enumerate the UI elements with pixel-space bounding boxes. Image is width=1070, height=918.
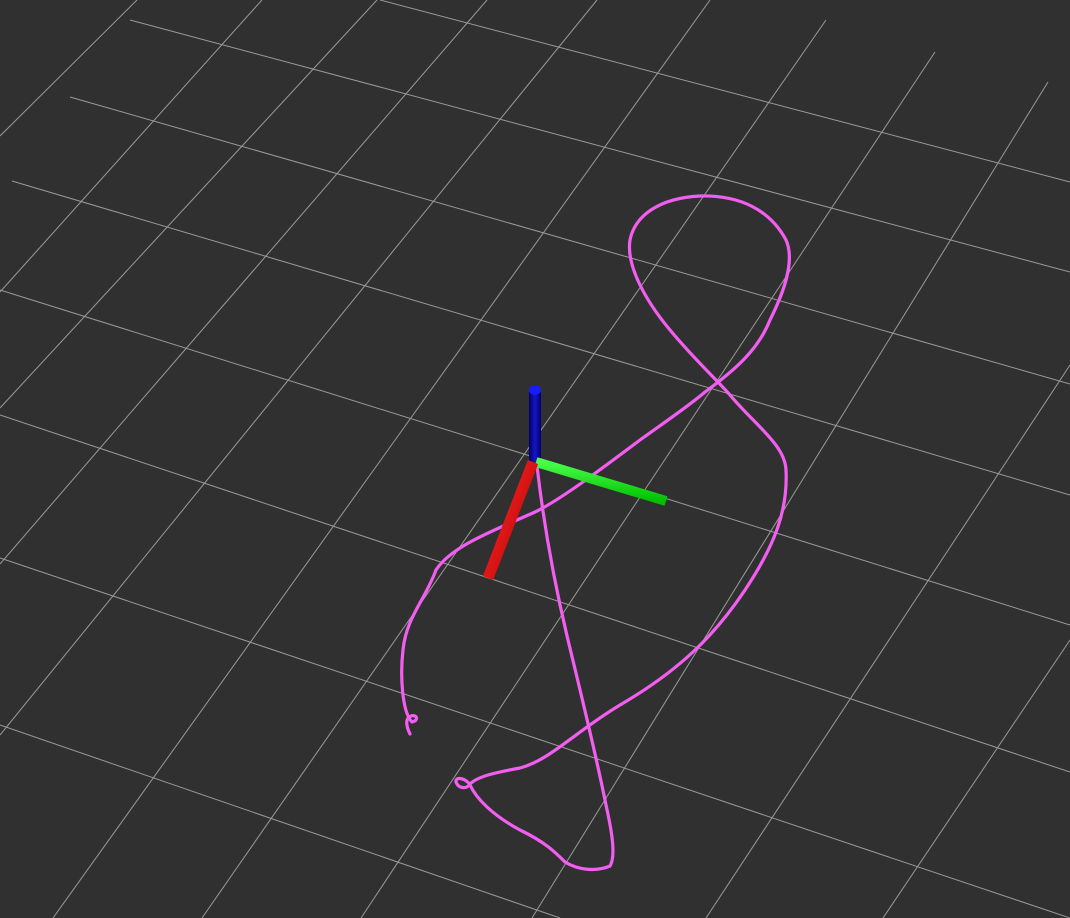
axes-marker (482, 385, 668, 580)
z-axis (529, 390, 541, 462)
grid-line (531, 81, 1049, 918)
grid-line (0, 0, 263, 293)
grid-line (201, 19, 827, 918)
grid-line (379, 0, 1070, 183)
grid-line (705, 364, 1070, 918)
grid-line (882, 639, 1070, 918)
grid-line (0, 0, 378, 409)
scene-canvas[interactable] (0, 0, 1070, 918)
grid-line (0, 557, 1070, 918)
grid-line (69, 96, 1070, 385)
grid-line (0, 0, 138, 137)
grid-line (0, 0, 598, 736)
grid-line (52, 0, 711, 918)
grid-line (360, 51, 936, 918)
grid-line (0, 724, 561, 918)
z-axis-cap (529, 385, 541, 395)
3d-viewport[interactable] (0, 0, 1070, 918)
x-axis (482, 460, 539, 580)
grid-line (0, 0, 488, 565)
